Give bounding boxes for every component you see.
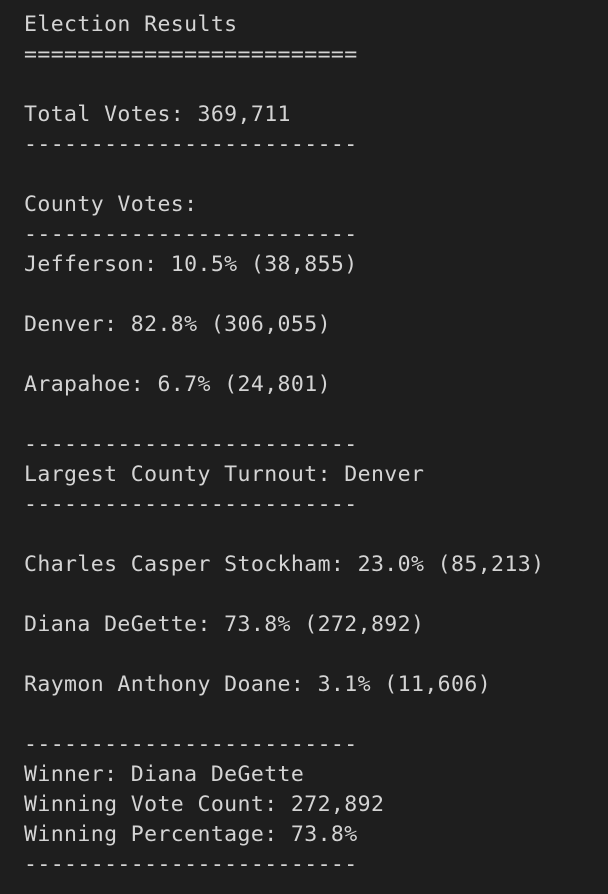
winning-percentage: Winning Percentage: 73.8% <box>24 822 358 847</box>
section-divider: ------------------------- <box>24 432 358 457</box>
county-result-jefferson: Jefferson: 10.5% (38,855) <box>24 252 358 277</box>
candidate-result-stockham: Charles Casper Stockham: 23.0% (85,213) <box>24 552 545 577</box>
winning-vote-count: Winning Vote Count: 272,892 <box>24 792 385 817</box>
section-divider: ------------------------- <box>24 852 358 877</box>
county-votes-heading: County Votes: <box>24 192 198 217</box>
largest-county-turnout: Largest County Turnout: Denver <box>24 462 425 487</box>
candidate-result-doane: Raymon Anthony Doane: 3.1% (11,606) <box>24 672 492 697</box>
section-divider: ------------------------- <box>24 132 358 157</box>
terminal-output-panel: Election Results =======================… <box>0 0 608 894</box>
report-title: Election Results <box>24 12 238 37</box>
county-result-arapahoe: Arapahoe: 6.7% (24,801) <box>24 372 331 397</box>
winner-name: Winner: Diana DeGette <box>24 762 305 787</box>
section-divider: ------------------------- <box>24 492 358 517</box>
county-result-denver: Denver: 82.8% (306,055) <box>24 312 331 337</box>
section-divider: ------------------------- <box>24 222 358 247</box>
total-votes: Total Votes: 369,711 <box>24 102 291 127</box>
section-divider: ------------------------- <box>24 732 358 757</box>
candidate-result-degette: Diana DeGette: 73.8% (272,892) <box>24 612 425 637</box>
title-divider: ========================= <box>24 42 358 67</box>
